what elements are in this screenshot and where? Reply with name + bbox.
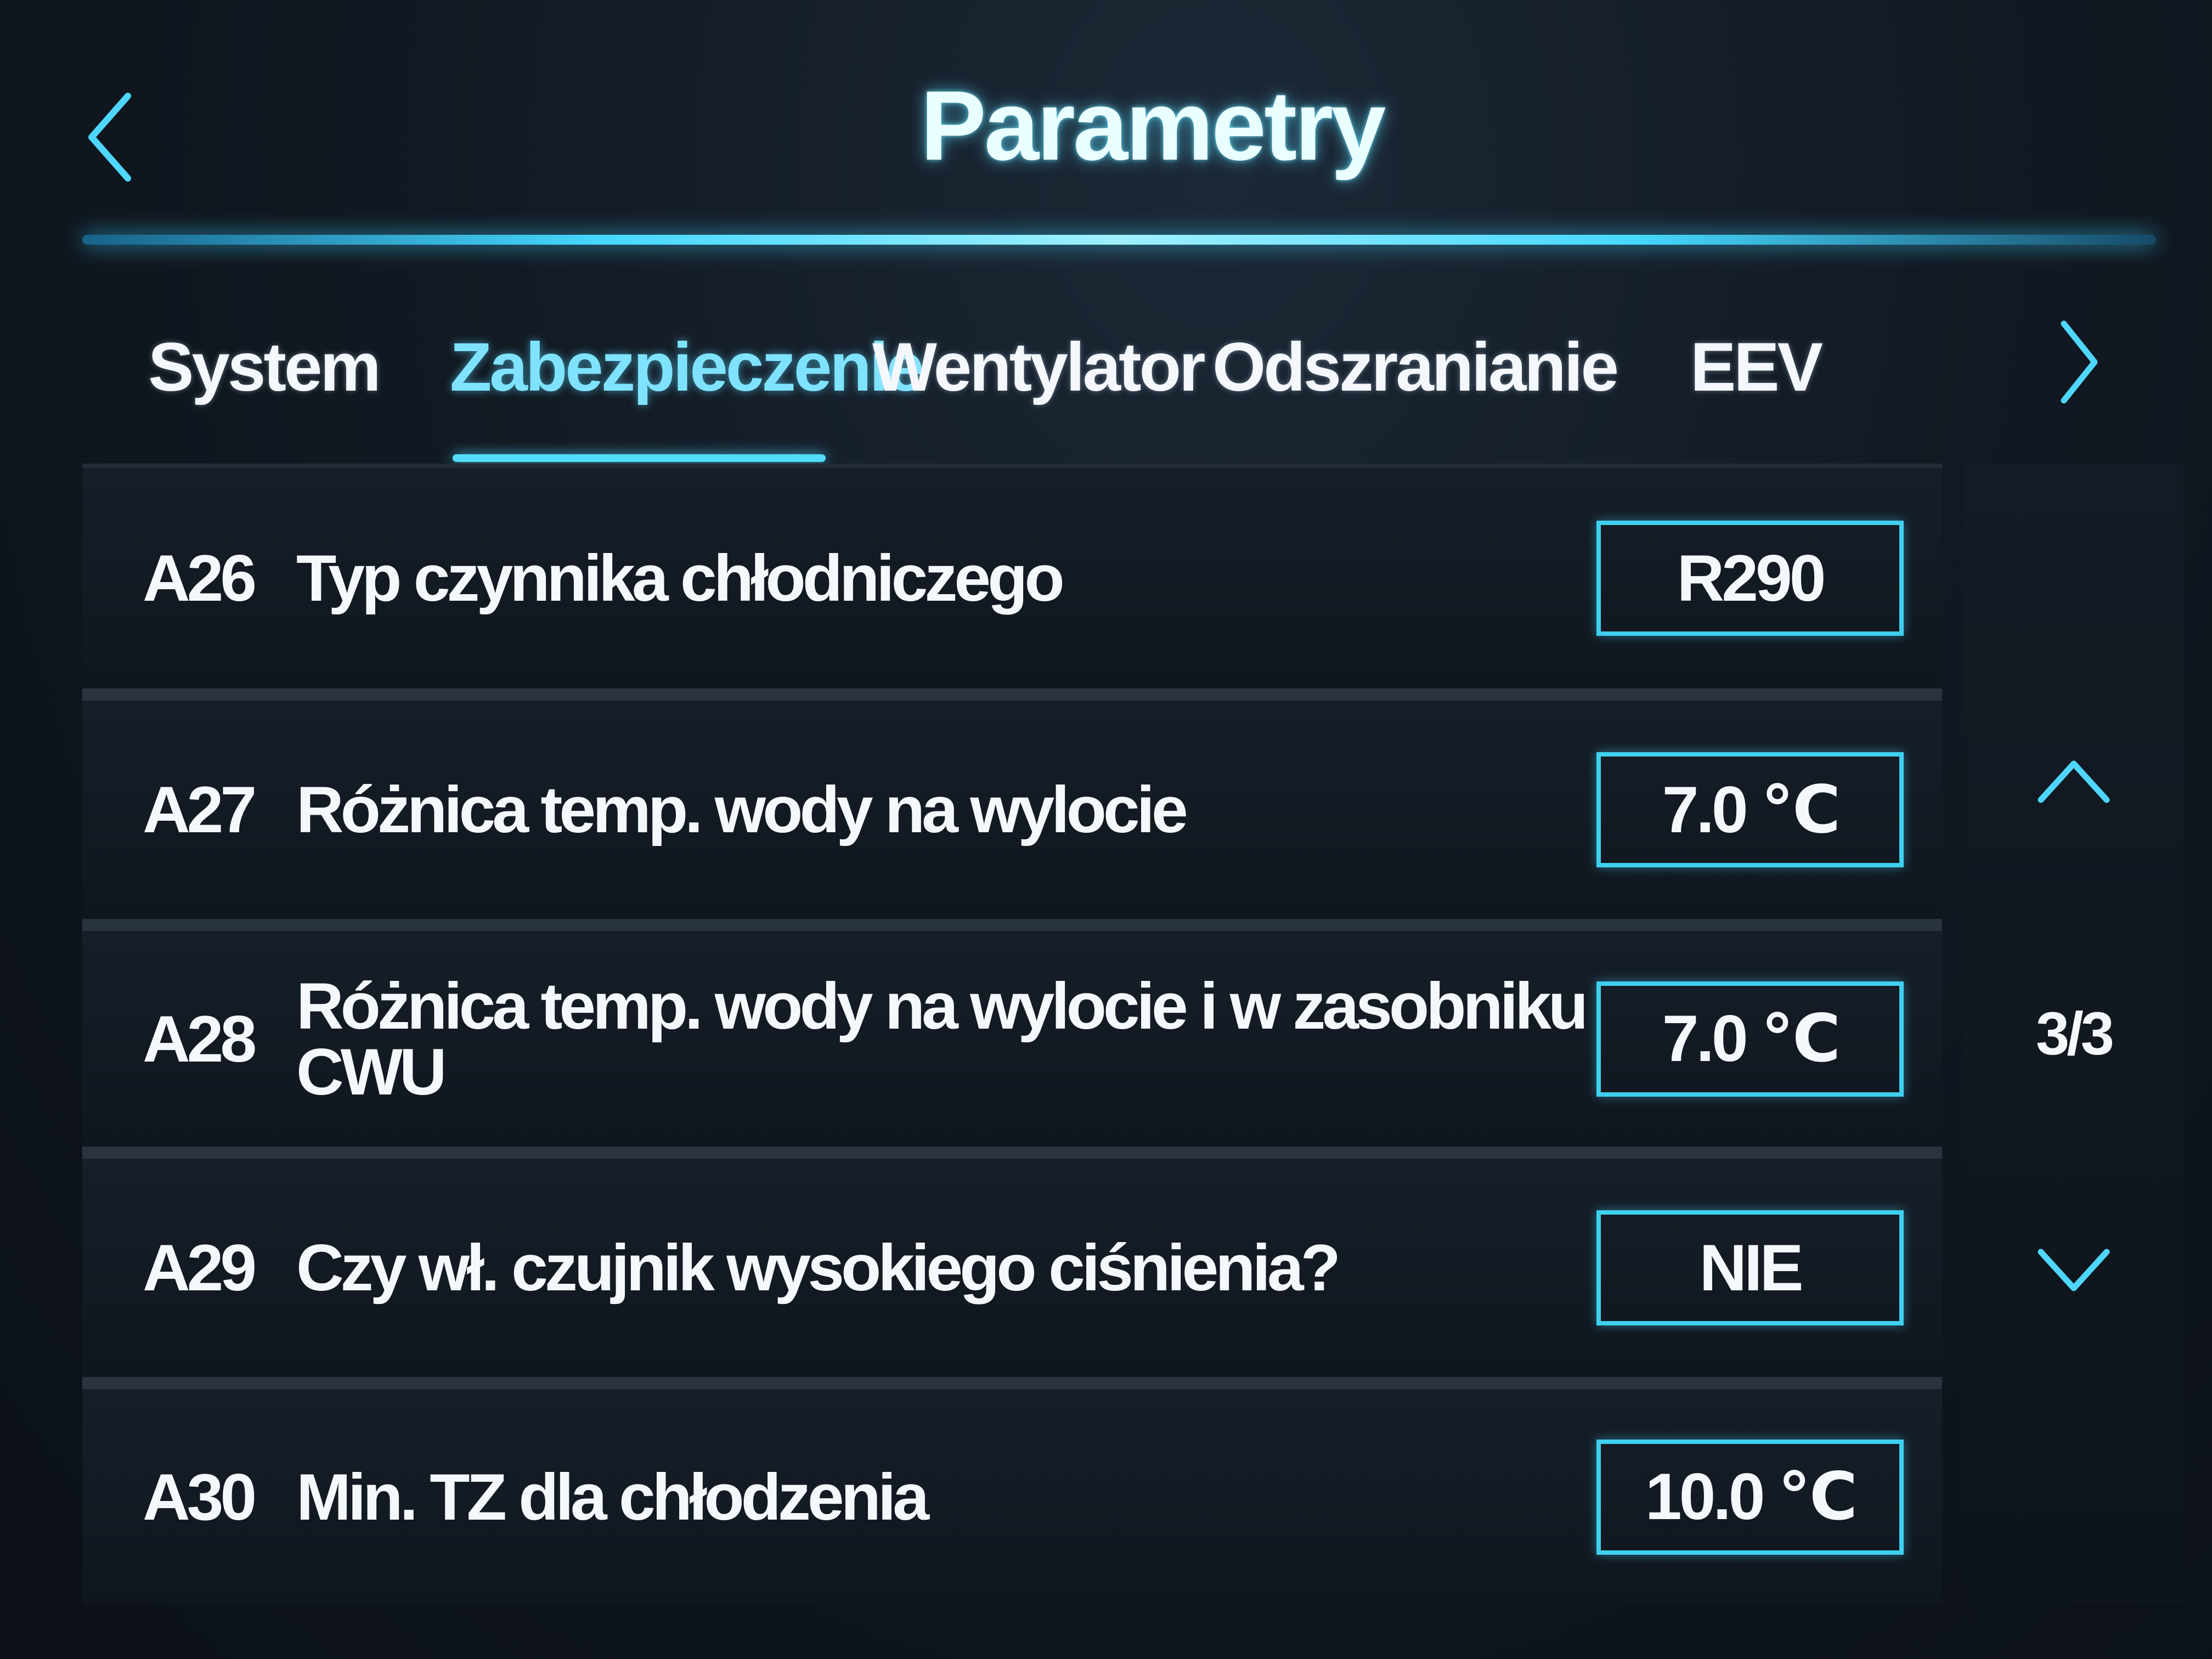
chevron-right-icon <box>2061 320 2098 404</box>
tab-wentylator[interactable]: Wentylator <box>872 318 1206 417</box>
chevron-up-icon <box>2038 760 2110 803</box>
next-tabs-button[interactable] <box>2041 307 2118 417</box>
tab-odszranianie[interactable]: Odszranianie <box>1212 318 1619 417</box>
tab-bar: System Zabezpieczenie Wentylator Odszran… <box>82 285 2002 466</box>
parameter-label: Typ czynnika chłodniczego <box>296 541 1065 615</box>
parameter-row: A26 Typ czynnika chłodniczego R290 <box>82 464 1942 689</box>
parameter-value-field[interactable]: 10.0 ℃ <box>1596 1439 1904 1555</box>
parameter-label: Różnica temp. wody na wylocie <box>296 773 1188 847</box>
scroll-down-button[interactable] <box>2024 1215 2123 1325</box>
back-button[interactable] <box>77 82 143 192</box>
tab-system[interactable]: System <box>148 318 381 417</box>
parameter-code: A29 <box>143 1231 257 1305</box>
parameter-row: A29 Czy wł. czujnik wysokiego ciśnienia?… <box>82 1147 1942 1377</box>
parameter-value-field[interactable]: NIE <box>1596 1210 1904 1325</box>
parameter-code: A27 <box>143 773 257 847</box>
tab-eev[interactable]: EEV <box>1673 318 1838 417</box>
parameter-list: A26 Typ czynnika chłodniczego R290 A27 R… <box>82 464 1942 1605</box>
parameter-value-field[interactable]: R290 <box>1596 521 1904 636</box>
parameter-code: A26 <box>143 541 257 615</box>
parameter-code: A28 <box>143 1002 257 1076</box>
chevron-left-icon <box>88 93 131 182</box>
parameter-label: Min. TZ dla chłodzenia <box>296 1460 929 1534</box>
active-tab-indicator <box>453 454 826 462</box>
parameter-row: A28 Różnica temp. wody na wylocie i w za… <box>82 919 1942 1147</box>
chevron-down-icon <box>2038 1249 2110 1291</box>
parameter-row: A27 Różnica temp. wody na wylocie 7.0 ℃ <box>82 689 1942 919</box>
parameter-label: Czy wł. czujnik wysokiego ciśnienia? <box>296 1231 1341 1305</box>
parameters-screen: Parametry System Zabezpieczenie Wentylat… <box>0 0 2212 1659</box>
parameter-value-field[interactable]: 7.0 ℃ <box>1596 981 1904 1097</box>
tab-zabezpieczenie[interactable]: Zabezpieczenie <box>450 318 924 417</box>
page-title: Parametry <box>920 71 1386 181</box>
parameter-row: A30 Min. TZ dla chłodzenia 10.0 ℃ <box>82 1377 1942 1605</box>
page-indicator: 3/3 <box>2036 1000 2114 1068</box>
header-divider <box>82 235 2156 245</box>
parameter-label: Różnica temp. wody na wylocie i w zasobn… <box>296 969 1588 1109</box>
parameter-value-field[interactable]: 7.0 ℃ <box>1596 752 1904 867</box>
pager-panel: 3/3 <box>1964 464 2183 1605</box>
scroll-up-button[interactable] <box>2024 727 2123 837</box>
parameter-code: A30 <box>143 1460 257 1534</box>
